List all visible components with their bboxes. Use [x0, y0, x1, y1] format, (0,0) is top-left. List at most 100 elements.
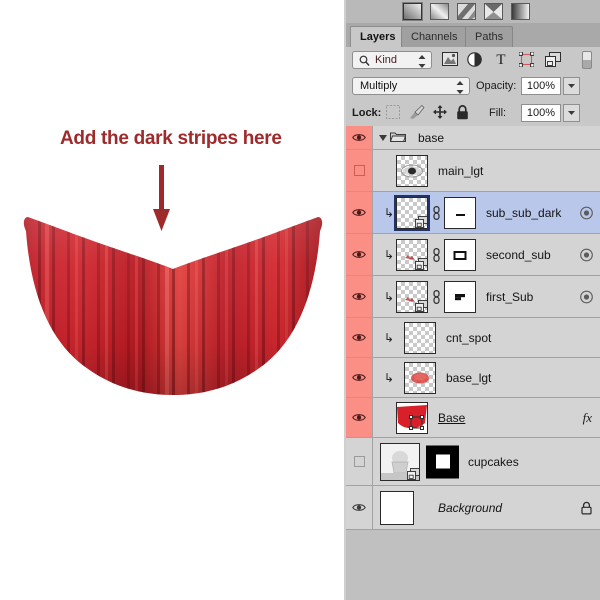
layer-visibility-toggle[interactable]: [346, 318, 373, 357]
tab-channels[interactable]: Channels: [401, 26, 468, 47]
layer-mask-indicator-icon: [580, 248, 593, 261]
layer-row-second-sub[interactable]: ↳ second_sub: [346, 234, 600, 276]
layer-visibility-toggle[interactable]: [346, 486, 373, 529]
eye-icon: [352, 504, 366, 511]
blend-mode-value: Multiply: [360, 80, 398, 92]
layer-row-base[interactable]: Base fx: [346, 398, 600, 438]
layer-thumbnail[interactable]: [394, 194, 430, 231]
layer-name[interactable]: Background: [438, 501, 502, 515]
clipping-mask-arrow-icon: ↳: [384, 205, 395, 220]
clipping-mask-arrow-icon: ↳: [384, 370, 395, 385]
fill-dropdown-arrow[interactable]: [563, 104, 580, 122]
layer-name[interactable]: first_Sub: [486, 290, 533, 304]
opacity-input[interactable]: 100%: [521, 77, 561, 95]
layer-row-sub-sub-dark[interactable]: ↳ sub_sub_dark: [346, 192, 600, 234]
diamond-gradient-button[interactable]: [511, 3, 530, 20]
layer-visibility-toggle[interactable]: [346, 234, 373, 275]
fill-input[interactable]: 100%: [521, 104, 561, 122]
layer-visibility-toggle[interactable]: [346, 358, 373, 397]
group-expand-caret[interactable]: [379, 134, 387, 141]
filter-shape-layers-icon[interactable]: [518, 51, 535, 68]
layer-thumbnail[interactable]: [380, 490, 414, 525]
layer-mask-thumbnail[interactable]: [444, 280, 476, 313]
eye-icon: [352, 251, 366, 258]
updown-stepper-icon[interactable]: [456, 81, 464, 97]
layer-row-base-group[interactable]: base: [346, 126, 600, 150]
clipping-mask-arrow-icon: ↳: [384, 289, 395, 304]
reflected-gradient-button[interactable]: [484, 3, 503, 20]
layer-mask-indicator-icon: [580, 290, 593, 303]
layer-name[interactable]: base_lgt: [446, 371, 491, 385]
filter-kind-select[interactable]: Kind: [352, 51, 432, 69]
eye-off-icon: [353, 456, 365, 467]
layer-mask-thumbnail[interactable]: [426, 445, 459, 478]
layer-filter-row: Kind T: [346, 47, 600, 74]
radial-gradient-button[interactable]: [430, 3, 449, 20]
layer-row-cupcakes[interactable]: cupcakes: [346, 438, 600, 486]
layer-thumbnail[interactable]: [396, 154, 428, 187]
smart-object-badge-icon: [407, 467, 419, 480]
eye-icon: [352, 134, 366, 141]
lock-position-icon[interactable]: [433, 105, 448, 120]
layer-thumbnail[interactable]: [396, 401, 428, 434]
blend-mode-select[interactable]: Multiply: [352, 77, 470, 95]
fill-label: Fill:: [489, 107, 507, 119]
document-canvas[interactable]: Add the dark stripes here: [0, 0, 346, 600]
layer-name[interactable]: cnt_spot: [446, 331, 491, 345]
layer-mask-thumbnail[interactable]: [444, 196, 476, 229]
lock-fill-row: Lock: Fill: 100%: [346, 99, 600, 127]
layer-row-background[interactable]: Background: [346, 486, 600, 530]
search-icon: [359, 55, 370, 70]
smart-object-badge-icon: [415, 299, 427, 312]
layer-visibility-toggle[interactable]: [346, 126, 373, 149]
linear-gradient-button[interactable]: [403, 3, 422, 20]
layer-name[interactable]: cupcakes: [468, 455, 519, 469]
layer-row-base-lgt[interactable]: ↳ base_lgt: [346, 358, 600, 398]
layer-mask-link-icon[interactable]: [432, 205, 441, 220]
opacity-dropdown-arrow[interactable]: [563, 77, 580, 95]
lock-all-icon[interactable]: [456, 105, 471, 120]
layer-thumbnail[interactable]: [404, 361, 436, 394]
angle-gradient-button[interactable]: [457, 3, 476, 20]
gradient-options-bar: [346, 0, 600, 24]
lock-label: Lock:: [352, 107, 382, 119]
layer-thumbnail[interactable]: [396, 280, 428, 313]
layer-list[interactable]: base main_lgt ↳ sub_sub_dark ↳ second_su…: [346, 126, 600, 600]
layer-thumbnail[interactable]: [380, 442, 420, 481]
clipping-mask-arrow-icon: ↳: [384, 330, 395, 345]
layers-panel: Layers Channels Paths Kind T Multiply Op…: [346, 0, 600, 600]
tab-paths[interactable]: Paths: [465, 26, 514, 47]
filter-kind-label: Kind: [375, 54, 398, 66]
smart-object-badge-icon: [415, 257, 427, 270]
updown-stepper-icon[interactable]: [418, 55, 426, 71]
layer-name[interactable]: base: [418, 131, 444, 145]
layer-visibility-toggle[interactable]: [346, 150, 373, 191]
layer-visibility-toggle[interactable]: [346, 276, 373, 317]
eye-icon: [352, 414, 366, 421]
layer-name[interactable]: second_sub: [486, 248, 551, 262]
layer-name[interactable]: Base: [438, 411, 465, 425]
layer-effects-indicator[interactable]: fx: [583, 410, 592, 426]
filter-enable-toggle[interactable]: [582, 51, 592, 69]
layer-visibility-toggle[interactable]: [346, 438, 373, 485]
layer-row-main-lgt[interactable]: main_lgt: [346, 150, 600, 192]
layer-name[interactable]: sub_sub_dark: [486, 206, 561, 220]
lock-image-pixels-icon[interactable]: [409, 105, 425, 120]
filter-adjustment-layers-icon[interactable]: [467, 52, 483, 68]
filter-type-layers-icon[interactable]: T: [493, 50, 509, 68]
layer-mask-link-icon[interactable]: [432, 289, 441, 304]
layer-mask-link-icon[interactable]: [432, 247, 441, 262]
layer-thumbnail[interactable]: [396, 238, 428, 271]
lock-transparent-pixels-icon[interactable]: [386, 105, 401, 120]
layer-thumbnail[interactable]: [404, 321, 436, 354]
layer-visibility-toggle[interactable]: [346, 192, 373, 233]
tab-layers[interactable]: Layers: [350, 26, 406, 47]
layer-mask-thumbnail[interactable]: [444, 238, 476, 271]
filter-pixel-layers-icon[interactable]: [442, 52, 458, 68]
filter-smart-object-layers-icon[interactable]: [545, 52, 561, 68]
eye-off-icon: [353, 165, 365, 176]
layer-visibility-toggle[interactable]: [346, 398, 373, 437]
layer-row-first-sub[interactable]: ↳ first_Sub: [346, 276, 600, 318]
layer-row-cnt-spot[interactable]: ↳ cnt_spot: [346, 318, 600, 358]
layer-name[interactable]: main_lgt: [438, 164, 483, 178]
